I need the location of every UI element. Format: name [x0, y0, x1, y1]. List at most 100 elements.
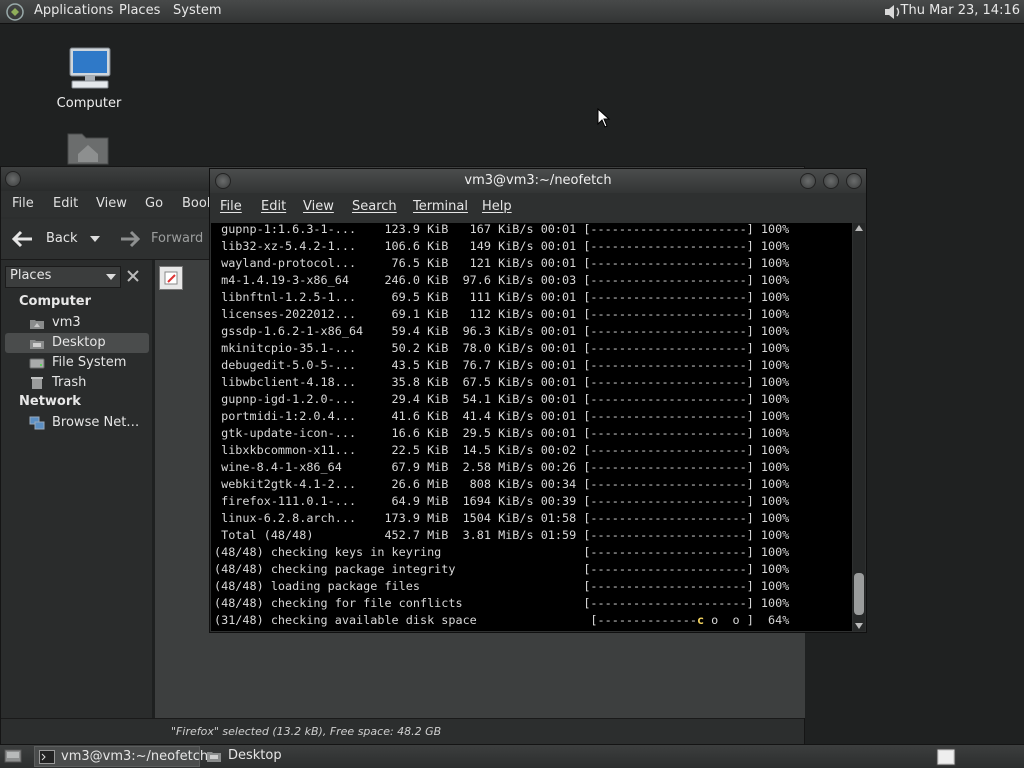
file-manager-icon: [207, 752, 221, 762]
terminal-line: gtk-update-icon-... 16.6 KiB 29.5 KiB/s …: [214, 426, 790, 440]
scroll-up-arrow-icon[interactable]: [855, 225, 863, 231]
status-text: "Firefox" selected (13.2 kB), Free space…: [171, 725, 442, 738]
window-menu-button[interactable]: [5, 171, 21, 187]
terminal-line: (48/48) checking for file conflicts [---…: [214, 596, 790, 610]
terminal-line: debugedit-5.0-5-... 43.5 KiB 76.7 KiB/s …: [214, 358, 790, 372]
sidebar-heading-computer: Computer: [19, 294, 92, 309]
places-selector[interactable]: Places: [5, 266, 121, 288]
home-icon: [30, 320, 44, 329]
desktop-icon-computer[interactable]: Computer: [56, 46, 122, 111]
forward-arrow-icon: [121, 230, 141, 248]
desktop-icon-label: Computer: [56, 96, 122, 111]
terminal-line: gupnp-1:1.6.3-1-... 123.9 KiB 167 KiB/s …: [214, 223, 790, 236]
maximize-button[interactable]: [823, 173, 839, 189]
sidebar-item-desktop[interactable]: Desktop: [5, 333, 149, 353]
home-folder-icon: [67, 133, 109, 165]
mouse-pointer-icon: [597, 108, 611, 128]
terminal-line: lib32-xz-5.4.2-1... 106.6 KiB 149 KiB/s …: [214, 239, 790, 253]
clock[interactable]: Thu Mar 23, 14:16: [901, 3, 1020, 18]
pencil-icon: [164, 271, 178, 285]
distro-logo-icon[interactable]: [6, 3, 24, 21]
term-menu-view[interactable]: View: [303, 199, 334, 214]
chevron-down-icon: [106, 274, 116, 280]
terminal-window[interactable]: vm3@vm3:~/neofetch File Edit View Search…: [209, 168, 867, 633]
terminal-line: mkinitcpio-35.1-... 50.2 KiB 78.0 KiB/s …: [214, 341, 790, 355]
scroll-down-arrow-icon[interactable]: [855, 623, 863, 629]
term-menu-search[interactable]: Search: [352, 199, 397, 214]
terminal-line: (48/48) loading package files [---------…: [214, 579, 790, 593]
terminal-scrollbar[interactable]: [853, 223, 865, 631]
menu-places[interactable]: Places: [119, 3, 160, 18]
desktop-icon-home[interactable]: [62, 128, 114, 170]
pacman-progress-indicator: c: [696, 613, 705, 627]
sidebar-item-trash[interactable]: Trash: [5, 373, 149, 393]
term-menu-file[interactable]: File: [220, 199, 242, 214]
scroll-thumb[interactable]: [854, 573, 864, 615]
term-menu-help[interactable]: Help: [482, 199, 512, 214]
taskbar-item-desktop[interactable]: Desktop: [202, 746, 322, 767]
menu-system[interactable]: System: [173, 3, 221, 18]
file-manager-statusbar: "Firefox" selected (13.2 kB), Free space…: [1, 718, 804, 745]
terminal-line: (48/48) checking package integrity [----…: [214, 562, 790, 576]
terminal-line: (48/48) checking keys in keyring [------…: [214, 545, 790, 559]
terminal-line: linux-6.2.8.arch... 173.9 MiB 1504 KiB/s…: [214, 511, 790, 525]
computer-icon: [69, 47, 111, 89]
workspace-switcher-icon[interactable]: [936, 748, 956, 766]
terminal-line: firefox-111.0.1-... 64.9 MiB 1694 KiB/s …: [214, 494, 790, 508]
terminal-line: Total (48/48) 452.7 MiB 3.81 MiB/s 01:59…: [214, 528, 790, 542]
sidebar-item-vm3[interactable]: vm3: [5, 313, 149, 333]
terminal-menubar: File Edit View Search Terminal Help: [210, 193, 866, 223]
close-button[interactable]: [846, 173, 862, 189]
term-menu-terminal[interactable]: Terminal: [413, 199, 468, 214]
minimize-button[interactable]: [800, 173, 816, 189]
terminal-line: licenses-2022012... 69.1 KiB 112 KiB/s 0…: [214, 307, 790, 321]
show-desktop-icon[interactable]: [4, 748, 22, 764]
desktop-icon: [30, 340, 44, 349]
terminal-line: m4-1.4.19-3-x86_64 246.0 KiB 97.6 KiB/s …: [214, 273, 790, 287]
fm-menu-view[interactable]: View: [96, 196, 127, 211]
drive-icon: [29, 358, 45, 369]
network-icon: [29, 416, 45, 430]
back-arrow-icon: [11, 230, 32, 248]
terminal-line: gssdp-1.6.2-1-x86_64 59.4 KiB 96.3 KiB/s…: [214, 324, 790, 338]
chevron-down-icon[interactable]: [90, 236, 100, 242]
sidebar-item-label: Trash: [52, 375, 87, 390]
back-label: Back: [46, 231, 78, 246]
menu-applications[interactable]: Applications: [34, 3, 113, 18]
terminal-line: portmidi-1:2.0.4... 41.6 KiB 41.4 KiB/s …: [214, 409, 790, 423]
taskbar-item-terminal[interactable]: vm3@vm3:~/neofetch: [34, 746, 208, 767]
sidebar-item-label: File System: [52, 355, 127, 370]
terminal-line: wine-8.4-1-x86_64 67.9 MiB 2.58 MiB/s 00…: [214, 460, 790, 474]
fm-menu-file[interactable]: File: [12, 196, 34, 211]
sidebar-item-label: Desktop: [52, 335, 106, 350]
sidebar-item-label: Browse Net…: [52, 415, 140, 430]
terminal-line: webkit2gtk-4.1-2... 26.6 MiB 808 KiB/s 0…: [214, 477, 790, 491]
fm-menu-edit[interactable]: Edit: [53, 196, 78, 211]
bottom-panel: vm3@vm3:~/neofetch Desktop: [0, 744, 1024, 768]
terminal-line: libwbclient-4.18... 35.8 KiB 67.5 KiB/s …: [214, 375, 790, 389]
taskbar-item-label: Desktop: [228, 748, 282, 763]
places-selector-label: Places: [10, 268, 52, 283]
terminal-titlebar[interactable]: vm3@vm3:~/neofetch: [210, 169, 866, 193]
terminal-icon: [39, 750, 55, 764]
terminal-progress-line: (31/48) checking available disk space [-…: [214, 613, 790, 627]
close-sidebar-icon[interactable]: [127, 270, 139, 282]
sidebar-item-browse-network[interactable]: Browse Net…: [5, 413, 149, 433]
forward-button[interactable]: Forward: [119, 228, 209, 250]
sidebar-heading-network: Network: [19, 394, 81, 409]
sidebar-item-label: vm3: [52, 315, 81, 330]
forward-label: Forward: [151, 231, 204, 246]
trash-icon: [31, 377, 43, 389]
places-sidebar: Places Computer vm3 Desktop File System …: [1, 260, 155, 718]
terminal-line: libxkbcommon-x11... 22.5 KiB 14.5 KiB/s …: [214, 443, 790, 457]
term-menu-edit[interactable]: Edit: [261, 199, 286, 214]
terminal-line: gupnp-igd-1.2.0-... 29.4 KiB 54.1 KiB/s …: [214, 392, 790, 406]
terminal-title: vm3@vm3:~/neofetch: [464, 173, 612, 188]
fm-menu-go[interactable]: Go: [145, 196, 163, 211]
back-button[interactable]: Back: [11, 228, 106, 250]
terminal-line: libnftnl-1.2.5-1... 69.5 KiB 111 KiB/s 0…: [214, 290, 790, 304]
taskbar-item-label: vm3@vm3:~/neofetch: [61, 749, 209, 764]
terminal-screen[interactable]: gupnp-1:1.6.3-1-... 123.9 KiB 167 KiB/s …: [211, 223, 852, 631]
edit-location-button[interactable]: [159, 266, 183, 290]
sidebar-item-file-system[interactable]: File System: [5, 353, 149, 373]
